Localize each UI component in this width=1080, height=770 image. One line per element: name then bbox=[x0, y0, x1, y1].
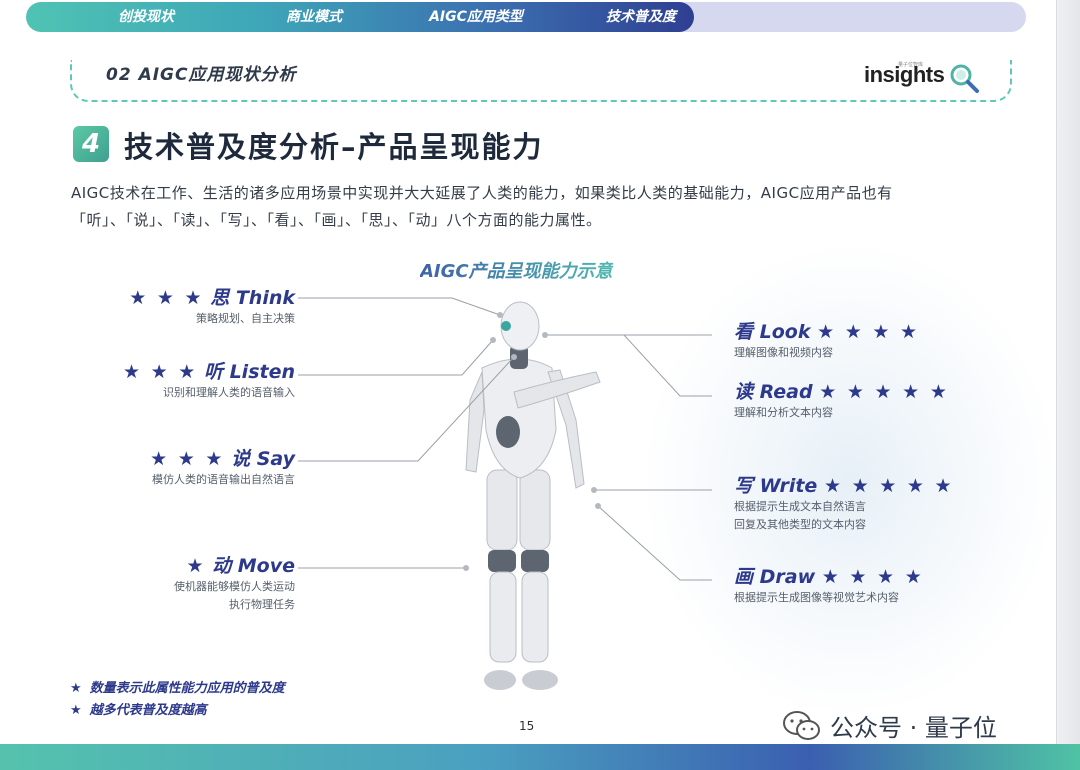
ability-read-stars: ★ ★ ★ ★ ★ bbox=[819, 381, 949, 403]
dot-listen bbox=[490, 337, 496, 343]
star-icon: ★ bbox=[70, 681, 82, 696]
ability-say-desc: 模仿人类的语音输出自然语言 bbox=[152, 473, 295, 486]
dot-draw bbox=[595, 503, 601, 509]
ability-say-label: 说 Say bbox=[231, 448, 295, 470]
ability-draw-desc: 根据提示生成图像等视觉艺术内容 bbox=[734, 591, 899, 604]
dot-write bbox=[591, 487, 597, 493]
ability-look-title: 看 Look ★ ★ ★ ★ bbox=[734, 317, 919, 344]
ability-listen-label: 听 Listen bbox=[203, 361, 295, 383]
star-icon: ★ bbox=[70, 703, 82, 718]
dot-say bbox=[511, 354, 517, 360]
ability-move-label: 动 Move bbox=[212, 555, 295, 577]
ability-think-desc: 策略规划、自主决策 bbox=[196, 312, 295, 325]
ability-draw-stars: ★ ★ ★ ★ bbox=[821, 566, 924, 588]
ability-look-stars: ★ ★ ★ ★ bbox=[817, 321, 920, 343]
dot-move bbox=[463, 565, 469, 571]
ability-look-label: 看 Look bbox=[734, 321, 811, 343]
legend-line-1: ★ 数量表示此属性能力应用的普及度 bbox=[70, 678, 285, 700]
ability-look-desc: 理解图像和视频内容 bbox=[734, 346, 833, 359]
ability-say-stars: ★ ★ ★ bbox=[150, 448, 225, 470]
ability-look: 看 Look ★ ★ ★ ★ 理解图像和视频内容 bbox=[734, 317, 919, 362]
ability-write-stars: ★ ★ ★ ★ ★ bbox=[823, 475, 954, 497]
ability-listen-desc: 识别和理解人类的语音输入 bbox=[163, 386, 295, 399]
ability-write-title: 写 Write ★ ★ ★ ★ ★ bbox=[734, 471, 954, 498]
bottom-gradient-bar bbox=[0, 744, 1080, 770]
ability-think-stars: ★ ★ ★ bbox=[129, 287, 204, 309]
ability-listen-title: ★ ★ ★ 听 Listen bbox=[123, 357, 295, 384]
ability-move: ★ 动 Move 使机器能够模仿人类运动 执行物理任务 bbox=[174, 551, 295, 614]
wechat-icon bbox=[783, 711, 820, 740]
ability-think: ★ ★ ★ 思 Think 策略规划、自主决策 bbox=[129, 283, 295, 328]
ability-read-title: 读 Read ★ ★ ★ ★ ★ bbox=[734, 377, 949, 404]
dot-look bbox=[542, 332, 548, 338]
ability-listen: ★ ★ ★ 听 Listen 识别和理解人类的语音输入 bbox=[123, 357, 295, 402]
connector-read bbox=[623, 334, 712, 397]
ability-say: ★ ★ ★ 说 Say 模仿人类的语音输出自然语言 bbox=[150, 444, 295, 489]
ability-write-desc-2: 回复及其他类型的文本内容 bbox=[734, 518, 866, 531]
robot-illustration bbox=[465, 301, 601, 690]
ability-write-desc-1: 根据提示生成文本自然语言 bbox=[734, 500, 866, 513]
ability-say-title: ★ ★ ★ 说 Say bbox=[150, 444, 295, 471]
connector-think bbox=[298, 297, 501, 316]
watermark-text: 公众号 · 量子位 bbox=[830, 714, 997, 742]
ability-write: 写 Write ★ ★ ★ ★ ★ 根据提示生成文本自然语言 回复及其他类型的文… bbox=[734, 471, 954, 534]
ability-listen-stars: ★ ★ ★ bbox=[122, 361, 198, 383]
ability-draw: 画 Draw ★ ★ ★ ★ 根据提示生成图像等视觉艺术内容 bbox=[734, 562, 924, 607]
ability-think-label: 思 Think bbox=[210, 287, 295, 309]
ability-write-label: 写 Write bbox=[734, 475, 818, 497]
ability-move-desc-1: 使机器能够模仿人类运动 bbox=[174, 580, 295, 593]
ability-move-desc-2: 执行物理任务 bbox=[229, 598, 295, 611]
page-number: 15 bbox=[519, 719, 535, 733]
ability-move-stars: ★ bbox=[186, 555, 206, 577]
ability-read-desc: 理解和分析文本内容 bbox=[734, 406, 833, 419]
dot-think bbox=[497, 312, 503, 318]
connector-listen bbox=[298, 339, 494, 376]
legend-line-2: ★ 越多代表普及度越高 bbox=[70, 700, 285, 722]
ability-read-label: 读 Read bbox=[734, 381, 813, 403]
legend-text-1: 数量表示此属性能力应用的普及度 bbox=[89, 681, 285, 696]
ability-draw-label: 画 Draw bbox=[734, 566, 816, 588]
legend-text-2: 越多代表普及度越高 bbox=[89, 703, 207, 718]
ability-move-title: ★ 动 Move bbox=[174, 551, 295, 578]
ability-read: 读 Read ★ ★ ★ ★ ★ 理解和分析文本内容 bbox=[734, 377, 949, 422]
star-legend: ★ 数量表示此属性能力应用的普及度 ★ 越多代表普及度越高 bbox=[70, 678, 285, 722]
connector-draw bbox=[597, 505, 712, 581]
ability-think-title: ★ ★ ★ 思 Think bbox=[129, 283, 295, 310]
ability-draw-title: 画 Draw ★ ★ ★ ★ bbox=[734, 562, 924, 589]
